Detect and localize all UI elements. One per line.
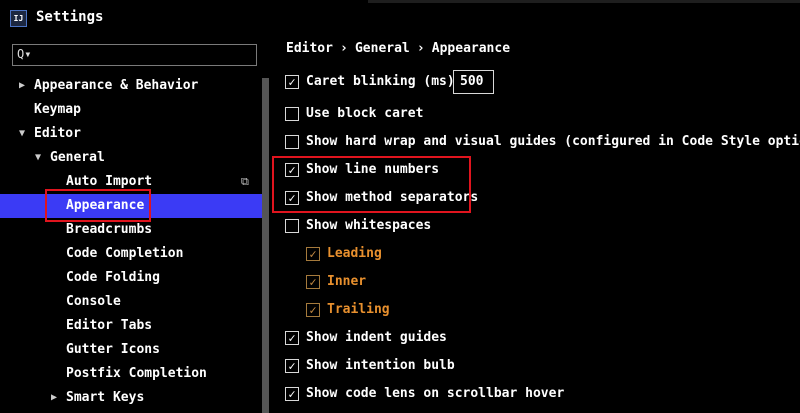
leading-checkbox[interactable]: ✓ <box>306 247 320 261</box>
option-label: Trailing <box>327 302 390 317</box>
tree-item-general[interactable]: ▼ General <box>0 146 262 170</box>
tree-item-editor[interactable]: ▼ Editor <box>0 122 262 146</box>
title-bar: IJ Settings <box>0 0 800 36</box>
breadcrumb-separator: › <box>416 41 425 56</box>
tree-item-label: General <box>50 150 105 165</box>
window-title: Settings <box>36 9 104 25</box>
tree-item-label: Keymap <box>34 102 81 117</box>
tree-item-editor-tabs[interactable]: Editor Tabs <box>0 314 262 338</box>
option-label: Use block caret <box>306 106 424 121</box>
collapse-arrow-icon[interactable]: ▼ <box>35 146 41 170</box>
option-label: Show code lens on scrollbar hover <box>306 386 565 401</box>
tree-item-label: Gutter Icons <box>66 342 160 357</box>
tree-item-console[interactable]: Console <box>0 290 262 314</box>
tree-item-label: Console <box>66 294 121 309</box>
breadcrumb: Editor › General › Appearance <box>286 40 510 58</box>
caret-blinking-ms-input[interactable]: 500 <box>453 70 494 94</box>
tree-item-label: Appearance & Behavior <box>34 78 199 93</box>
tree-item-label: Editor Tabs <box>66 318 153 333</box>
tree-item-code-folding[interactable]: Code Folding <box>0 266 262 290</box>
search-icon: Q▾ <box>17 47 32 61</box>
intellij-app-icon: IJ <box>10 10 27 27</box>
option-label: Leading <box>327 246 382 261</box>
tree-item-label: Editor <box>34 126 81 141</box>
tree-item-label: Code Completion <box>66 246 184 261</box>
tree-item-label: Smart Keys <box>66 390 145 405</box>
tree-item-code-completion[interactable]: Code Completion <box>0 242 262 266</box>
highlight-box-appearance <box>45 189 151 222</box>
option-label: Show whitespaces <box>306 218 432 233</box>
show-hard-wrap-checkbox[interactable] <box>285 135 299 149</box>
show-indent-guides-checkbox[interactable]: ✓ <box>285 331 299 345</box>
breadcrumb-item: Appearance <box>431 41 511 56</box>
option-label: Show indent guides <box>306 330 447 345</box>
title-bar-divider <box>368 0 800 3</box>
expand-arrow-icon[interactable]: ▶ <box>19 74 25 98</box>
tree-item-appearance-behavior[interactable]: ▶ Appearance & Behavior <box>0 74 262 98</box>
caret-blinking-checkbox[interactable]: ✓ <box>285 75 299 89</box>
inner-checkbox[interactable]: ✓ <box>306 275 320 289</box>
tree-item-postfix-completion[interactable]: Postfix Completion <box>0 362 262 386</box>
breadcrumb-item: General <box>354 41 410 56</box>
option-label: Show hard wrap and visual guides (config… <box>306 134 800 149</box>
collapse-arrow-icon[interactable]: ▼ <box>19 122 25 146</box>
expand-arrow-icon[interactable]: ▶ <box>51 386 57 410</box>
show-intention-bulb-checkbox[interactable]: ✓ <box>285 359 299 373</box>
tree-item-smart-keys[interactable]: ▶ Smart Keys <box>0 386 262 410</box>
trailing-checkbox[interactable]: ✓ <box>306 303 320 317</box>
tree-item-label: Postfix Completion <box>66 366 207 381</box>
settings-search-input[interactable]: Q▾ <box>12 44 257 66</box>
tree-scrollbar-thumb[interactable] <box>262 78 269 413</box>
option-label: Inner <box>327 274 367 289</box>
project-settings-icon: ⧉ <box>241 175 249 188</box>
breadcrumb-item: Editor <box>286 41 333 56</box>
use-block-caret-checkbox[interactable] <box>285 107 299 121</box>
option-label: Caret blinking (ms): <box>306 74 463 89</box>
tree-item-label: Code Folding <box>66 270 160 285</box>
tree-item-keymap[interactable]: Keymap <box>0 98 262 122</box>
breadcrumb-separator: › <box>340 41 348 56</box>
highlight-box-line-numbers-separators <box>272 156 471 213</box>
show-code-lens-checkbox[interactable]: ✓ <box>285 387 299 401</box>
option-label: Show intention bulb <box>306 358 455 373</box>
show-whitespaces-checkbox[interactable] <box>285 219 299 233</box>
tree-item-gutter-icons[interactable]: Gutter Icons <box>0 338 262 362</box>
